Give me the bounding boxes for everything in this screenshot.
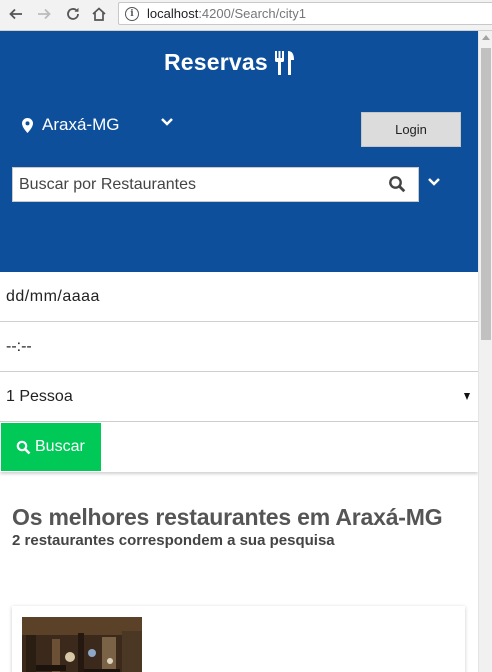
restaurant-photo[interactable] — [22, 617, 142, 672]
search-icon — [16, 440, 31, 454]
people-select[interactable]: 1 Pessoa — [0, 372, 478, 422]
scroll-up-icon[interactable] — [482, 35, 490, 40]
vertical-scrollbar[interactable] — [478, 31, 492, 672]
search-button[interactable]: Buscar — [1, 423, 101, 471]
login-button[interactable]: Login — [361, 112, 461, 147]
page-viewport: Reservas Araxá-MG Login Buscar por Resta… — [0, 31, 492, 672]
restaurant-search-input[interactable]: Buscar por Restaurantes — [12, 167, 419, 202]
url-path: :4200/Search/city1 — [198, 6, 306, 21]
scrollbar-thumb[interactable] — [481, 48, 491, 340]
brand-name: Reservas — [164, 49, 268, 75]
date-value: dd/mm/aaaa — [6, 287, 100, 305]
site-header: Reservas Araxá-MG Login Buscar por Resta… — [0, 31, 478, 272]
results-title: Os melhores restaurantes em Araxá-MG — [12, 504, 443, 530]
people-value: 1 Pessoa — [6, 387, 73, 405]
city-name: Araxá-MG — [42, 115, 120, 134]
map-marker-icon — [22, 117, 33, 133]
search-placeholder: Buscar por Restaurantes — [19, 175, 196, 193]
time-input[interactable]: --:-- — [0, 322, 478, 372]
fork-knife-icon — [274, 50, 294, 75]
search-button-row: Buscar — [0, 422, 478, 472]
dropdown-arrow-icon — [464, 393, 470, 400]
chevron-down-icon[interactable] — [427, 177, 441, 187]
restaurant-card[interactable] — [12, 606, 465, 672]
browser-toolbar: i localhost:4200/Search/city1 — [0, 0, 492, 31]
reload-icon[interactable] — [62, 3, 84, 25]
time-value: --:-- — [6, 337, 32, 355]
search-button-label: Buscar — [35, 438, 85, 455]
date-input[interactable]: dd/mm/aaaa — [0, 272, 478, 322]
brand-logo[interactable]: Reservas — [164, 49, 296, 76]
results-count: 2 restaurantes correspondem a sua pesqui… — [12, 532, 335, 549]
url-host: localhost — [147, 6, 199, 21]
back-arrow-icon[interactable] — [5, 3, 27, 25]
chevron-down-icon[interactable] — [160, 117, 174, 127]
city-selector[interactable]: Araxá-MG — [22, 115, 119, 135]
forward-arrow-icon[interactable] — [33, 3, 55, 25]
search-icon[interactable] — [388, 175, 406, 193]
home-icon[interactable] — [88, 3, 110, 25]
info-icon[interactable]: i — [125, 6, 139, 21]
address-bar[interactable]: i localhost:4200/Search/city1 — [118, 2, 492, 25]
